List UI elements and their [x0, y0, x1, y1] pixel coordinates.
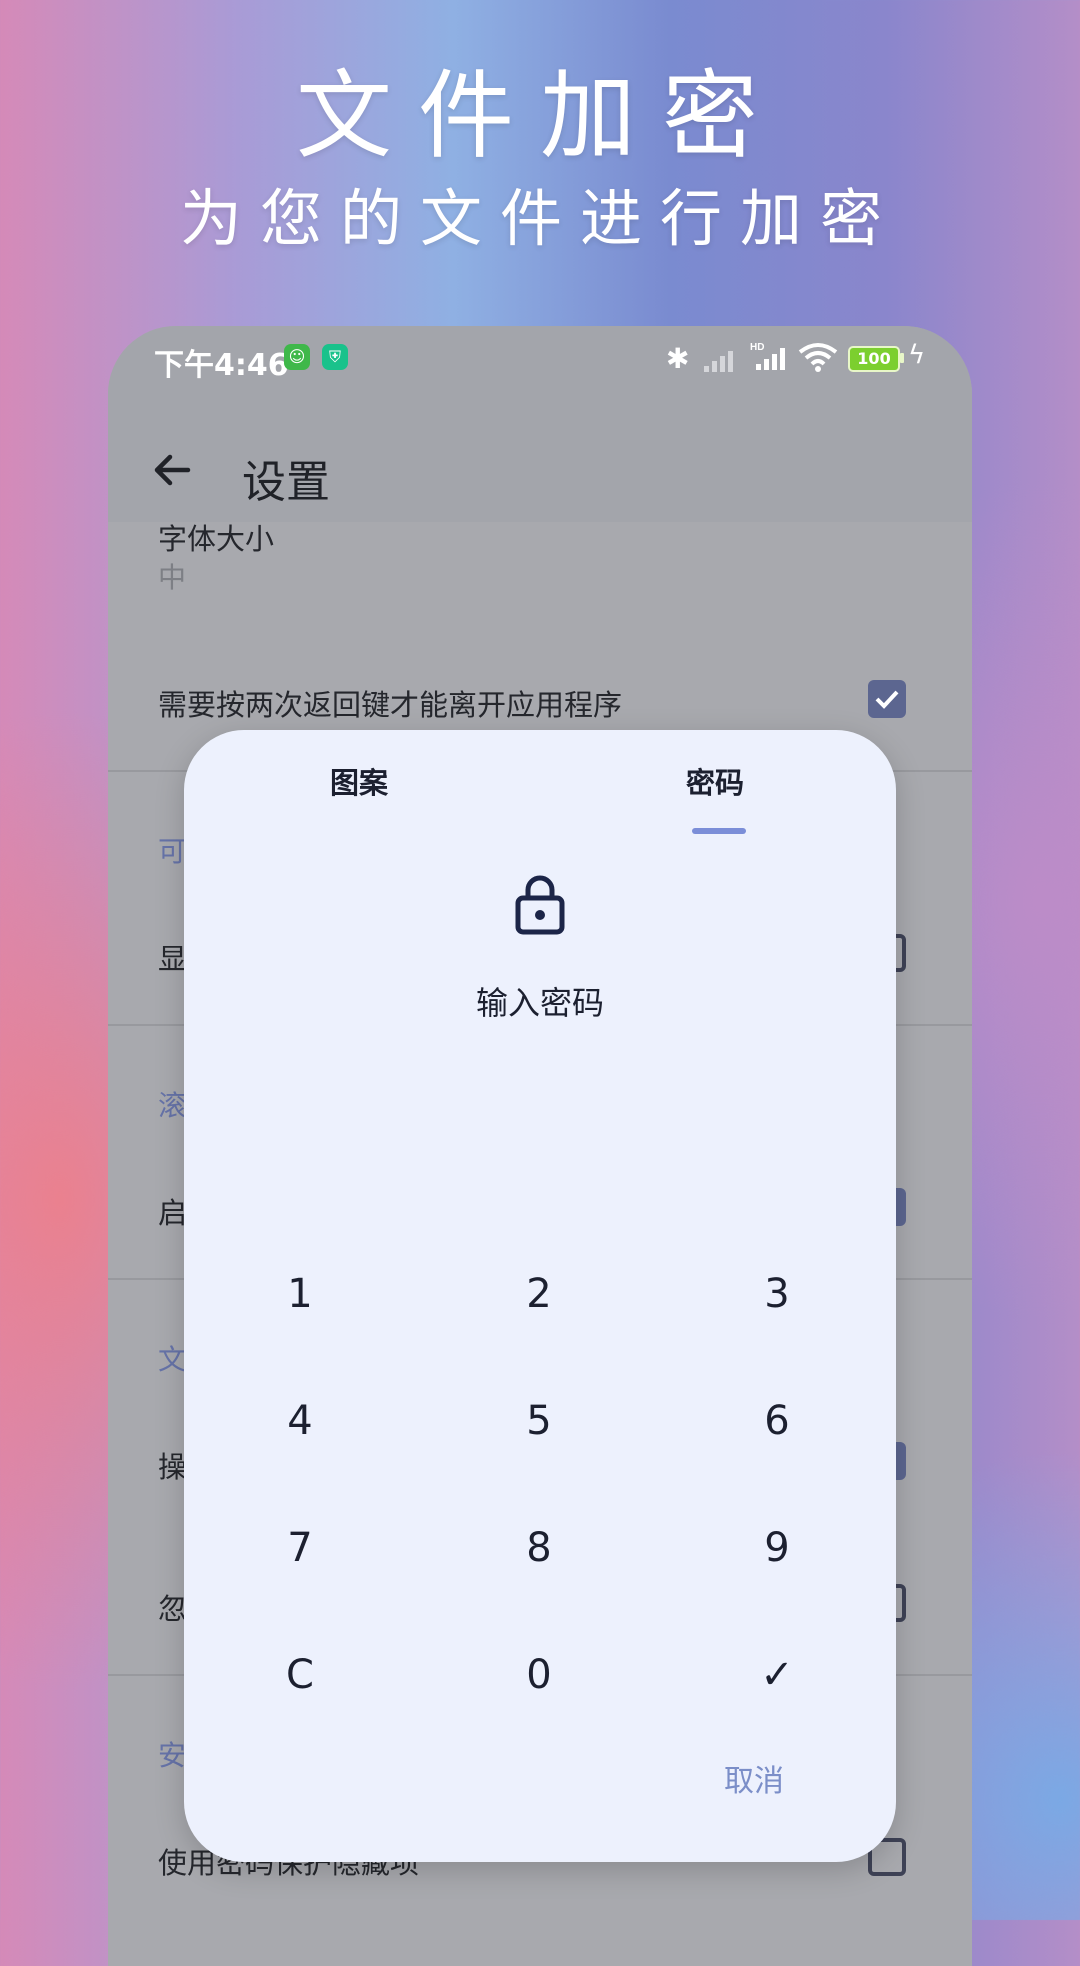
battery-icon: 100: [848, 346, 900, 372]
key-8[interactable]: 8: [464, 1498, 614, 1598]
cancel-button[interactable]: 取消: [724, 1756, 784, 1800]
arrow-left-icon[interactable]: [144, 442, 200, 498]
tab-indicator: [692, 828, 746, 834]
check-icon: [875, 690, 899, 709]
key-7[interactable]: 7: [225, 1498, 375, 1598]
key-3[interactable]: 3: [702, 1244, 852, 1344]
hd-signal-icon: HD: [750, 342, 785, 370]
key-5[interactable]: 5: [464, 1371, 614, 1471]
status-bar: 下午4:46 ☺ ⛨ ✱ HD 100 ϟ: [108, 326, 972, 412]
shield-app-icon: ⛨: [322, 344, 348, 370]
password-dialog: 图案 密码 输入密码 1 2 3 4 5 6 7 8 9 C 0 ✓ 取消: [184, 730, 896, 1862]
status-time: 下午4:46: [154, 348, 289, 383]
section-header-visible: 可: [158, 835, 187, 868]
tab-pattern[interactable]: 图案: [330, 760, 388, 802]
operation-setting[interactable]: 操: [158, 1444, 187, 1486]
charging-icon: ϟ: [908, 340, 926, 370]
font-size-value: 中: [158, 561, 187, 594]
wifi-icon: [798, 343, 838, 372]
show-setting[interactable]: 显: [158, 936, 187, 978]
page-title: 设置: [242, 457, 330, 508]
double-back-setting[interactable]: 需要按两次返回键才能离开应用程序: [158, 682, 622, 724]
svg-text:HD: HD: [750, 342, 764, 353]
dialog-title: 输入密码: [475, 984, 604, 1022]
battery-tip: [900, 353, 904, 363]
double-back-checkbox[interactable]: [868, 680, 906, 718]
key-confirm[interactable]: ✓: [702, 1625, 852, 1725]
cat-app-icon: ☺: [284, 344, 310, 370]
app-bar: 设置: [108, 412, 972, 522]
ignore-setting[interactable]: 忽: [158, 1586, 187, 1628]
tab-password[interactable]: 密码: [686, 760, 744, 802]
key-1[interactable]: 1: [225, 1244, 375, 1344]
key-9[interactable]: 9: [702, 1498, 852, 1598]
section-header-security: 安: [158, 1739, 187, 1772]
font-size-setting[interactable]: 字体大小: [158, 516, 274, 558]
key-clear[interactable]: C: [225, 1625, 375, 1725]
key-6[interactable]: 6: [702, 1371, 852, 1471]
bluetooth-icon: ✱: [666, 342, 690, 375]
key-4[interactable]: 4: [225, 1371, 375, 1471]
lock-icon: [515, 875, 565, 935]
hero-subtitle: 为您的文件进行加密: [179, 182, 900, 255]
signal-icon: [704, 351, 733, 372]
section-header-file: 文: [158, 1343, 187, 1376]
enable-setting[interactable]: 启: [158, 1190, 187, 1232]
key-2[interactable]: 2: [464, 1244, 614, 1344]
key-0[interactable]: 0: [464, 1625, 614, 1725]
hero-title: 文件加密: [296, 60, 784, 172]
section-header-scroll: 滚: [158, 1089, 187, 1122]
